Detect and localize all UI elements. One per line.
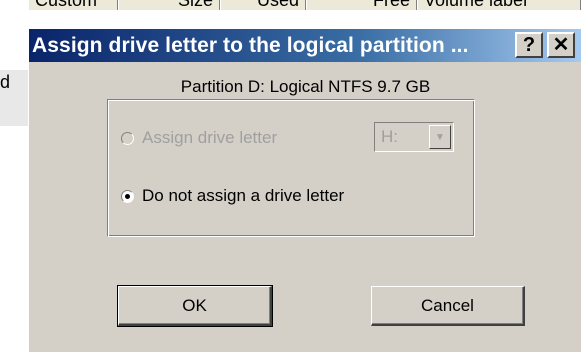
dialog-title: Assign drive letter to the logical parti… [32,33,469,57]
drive-letter-options-group: Assign drive letter H: ▼ Do not assign a… [107,99,475,237]
assign-drive-letter-label: Assign drive letter [142,128,278,147]
ok-button[interactable]: OK [117,285,273,327]
partition-info-label: Partition D: Logical NTFS 9.7 GB [180,77,431,96]
column-header-volume-label[interactable]: Volume label [417,0,581,10]
background-column-header: Custom Size Used Free Volume label [28,0,581,10]
column-header-size[interactable]: Size [118,0,220,10]
column-header-custom[interactable]: Custom [28,0,118,10]
help-button[interactable]: ? [515,32,543,58]
assign-drive-letter-dialog: Assign drive letter to the logical parti… [28,28,581,352]
chevron-down-icon[interactable]: ▼ [429,125,451,149]
dialog-titlebar[interactable]: Assign drive letter to the logical parti… [29,29,581,62]
assign-drive-letter-radio[interactable] [121,131,134,145]
close-icon: ✕ [552,34,570,56]
column-header-free[interactable]: Free [306,0,417,10]
no-drive-letter-radio[interactable] [121,189,134,203]
background-row-text: d [0,72,10,92]
radio-selected-dot [125,193,130,199]
cancel-button[interactable]: Cancel [371,286,525,326]
assign-drive-letter-option[interactable]: Assign drive letter [121,128,277,148]
drive-letter-select[interactable]: H: ▼ [374,122,454,152]
no-drive-letter-option[interactable]: Do not assign a drive letter [121,186,344,206]
close-button[interactable]: ✕ [547,32,575,58]
column-header-used[interactable]: Used [220,0,306,10]
drive-letter-select-value: H: [381,127,398,146]
no-drive-letter-label: Do not assign a drive letter [142,186,345,205]
background-left-strip [0,0,28,352]
help-icon: ? [522,34,536,56]
